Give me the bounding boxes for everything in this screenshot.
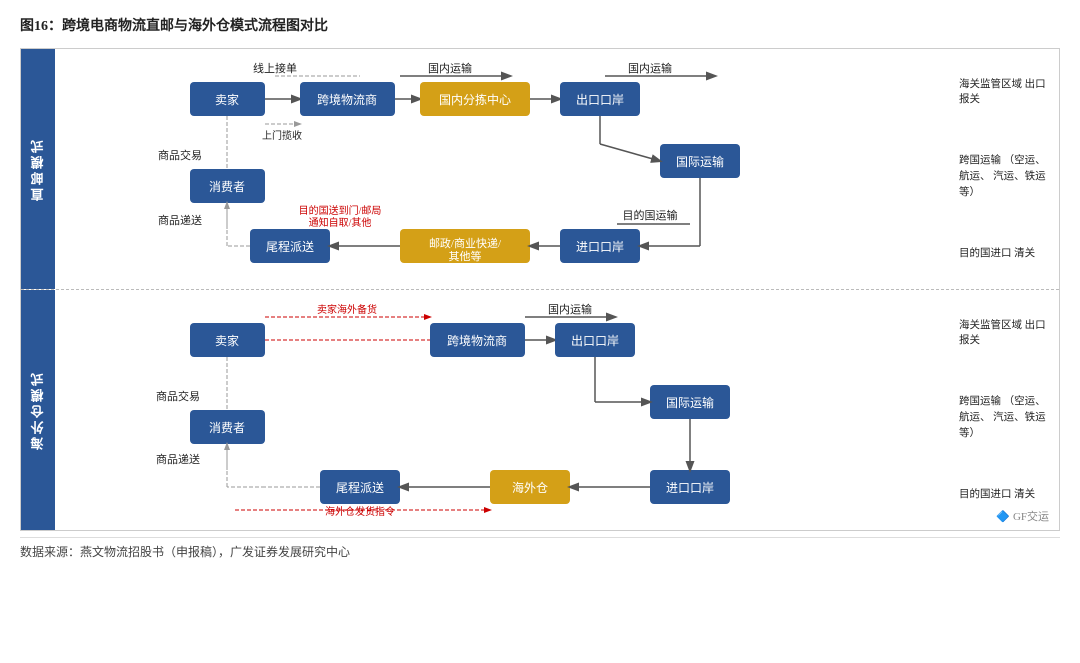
- svg-text:商品交易: 商品交易: [156, 389, 200, 403]
- section2-label: 海外仓模式: [21, 290, 55, 530]
- svg-text:出口口岸: 出口口岸: [576, 93, 624, 107]
- svg-text:尾程派送: 尾程派送: [336, 480, 384, 495]
- svg-text:商品递送: 商品递送: [158, 213, 202, 227]
- section2-right-notes: 海关监管区域 出口报关 跨国运输 （空运、航运、 汽运、铁运等） 目的国进口 清…: [954, 290, 1059, 530]
- svg-text:国际运输: 国际运输: [676, 154, 724, 169]
- svg-text:目的国送到门/邮局: 目的国送到门/邮局: [299, 204, 382, 217]
- svg-text:进口口岸: 进口口岸: [666, 481, 714, 495]
- svg-text:国内运输: 国内运输: [428, 61, 472, 75]
- svg-text:国际运输: 国际运输: [666, 395, 714, 410]
- section1-diagram: 线上接单 国内运输 国内运输 卖家 跨境物流商 国内分拣中心: [60, 54, 930, 284]
- note-transport-1: 跨国运输 （空运、航运、 汽运、铁运等）: [959, 153, 1054, 200]
- svg-text:商品递送: 商品递送: [156, 452, 200, 466]
- section1-right-notes: 海关监管区域 出口报关 跨国运输 （空运、航运、 汽运、铁运等） 目的国进口 清…: [954, 49, 1059, 289]
- section2-block: 海外仓模式 卖家海外备货 国内运输: [21, 290, 1059, 530]
- svg-text:线上接单: 线上接单: [253, 61, 297, 75]
- section1-content: 线上接单 国内运输 国内运输 卖家 跨境物流商 国内分拣中心: [55, 49, 954, 289]
- svg-text:其他等: 其他等: [449, 249, 482, 263]
- note-customs-2: 海关监管区域 出口报关: [959, 318, 1054, 350]
- svg-text:卖家海外备货: 卖家海外备货: [317, 303, 377, 316]
- svg-text:出口口岸: 出口口岸: [571, 334, 619, 348]
- section1-label: 直邮模式: [21, 49, 55, 289]
- svg-text:进口口岸: 进口口岸: [576, 240, 624, 254]
- svg-text:邮政/商业快递/: 邮政/商业快递/: [429, 236, 502, 250]
- svg-text:卖家: 卖家: [215, 92, 239, 107]
- svg-text:消费者: 消费者: [209, 421, 245, 435]
- section2-content: 卖家海外备货 国内运输 卖家 跨境物流商 出口口岸 商品交易: [55, 290, 954, 530]
- svg-text:尾程派送: 尾程派送: [266, 239, 314, 254]
- section2-diagram: 卖家海外备货 国内运输 卖家 跨境物流商 出口口岸 商品交易: [60, 295, 930, 525]
- svg-text:跨境物流商: 跨境物流商: [447, 333, 507, 348]
- svg-text:国内运输: 国内运输: [548, 302, 592, 316]
- svg-text:目的国运输: 目的国运输: [623, 208, 678, 222]
- svg-text:海外仓发货指令: 海外仓发货指令: [325, 505, 395, 518]
- svg-text:上门揽收: 上门揽收: [262, 129, 302, 142]
- svg-text:消费者: 消费者: [209, 180, 245, 194]
- svg-text:卖家: 卖家: [215, 333, 239, 348]
- svg-text:商品交易: 商品交易: [158, 148, 202, 162]
- svg-text:通知自取/其他: 通知自取/其他: [309, 216, 372, 229]
- note-customs-1: 海关监管区域 出口报关: [959, 77, 1054, 109]
- svg-text:跨境物流商: 跨境物流商: [317, 92, 377, 107]
- svg-text:国内运输: 国内运输: [628, 61, 672, 75]
- diagram-container: 直邮模式 线上接单 国内运输 国内运输 卖家 跨境物流商: [20, 48, 1060, 531]
- note-transport-2: 跨国运输 （空运、航运、 汽运、铁运等）: [959, 394, 1054, 441]
- page-title: 图16：跨境电商物流直邮与海外仓模式流程图对比: [20, 10, 1060, 40]
- footer: 数据来源：燕文物流招股书（申报稿），广发证券发展研究中心: [20, 537, 1060, 560]
- svg-text:海外仓: 海外仓: [512, 480, 548, 495]
- section1-block: 直邮模式 线上接单 国内运输 国内运输 卖家 跨境物流商: [21, 49, 1059, 290]
- note-import-1: 目的国进口 清关: [959, 246, 1054, 262]
- watermark: 🔷 GF交运: [996, 508, 1049, 524]
- svg-text:国内分拣中心: 国内分拣中心: [439, 92, 511, 107]
- note-import-2: 目的国进口 清关: [959, 487, 1054, 503]
